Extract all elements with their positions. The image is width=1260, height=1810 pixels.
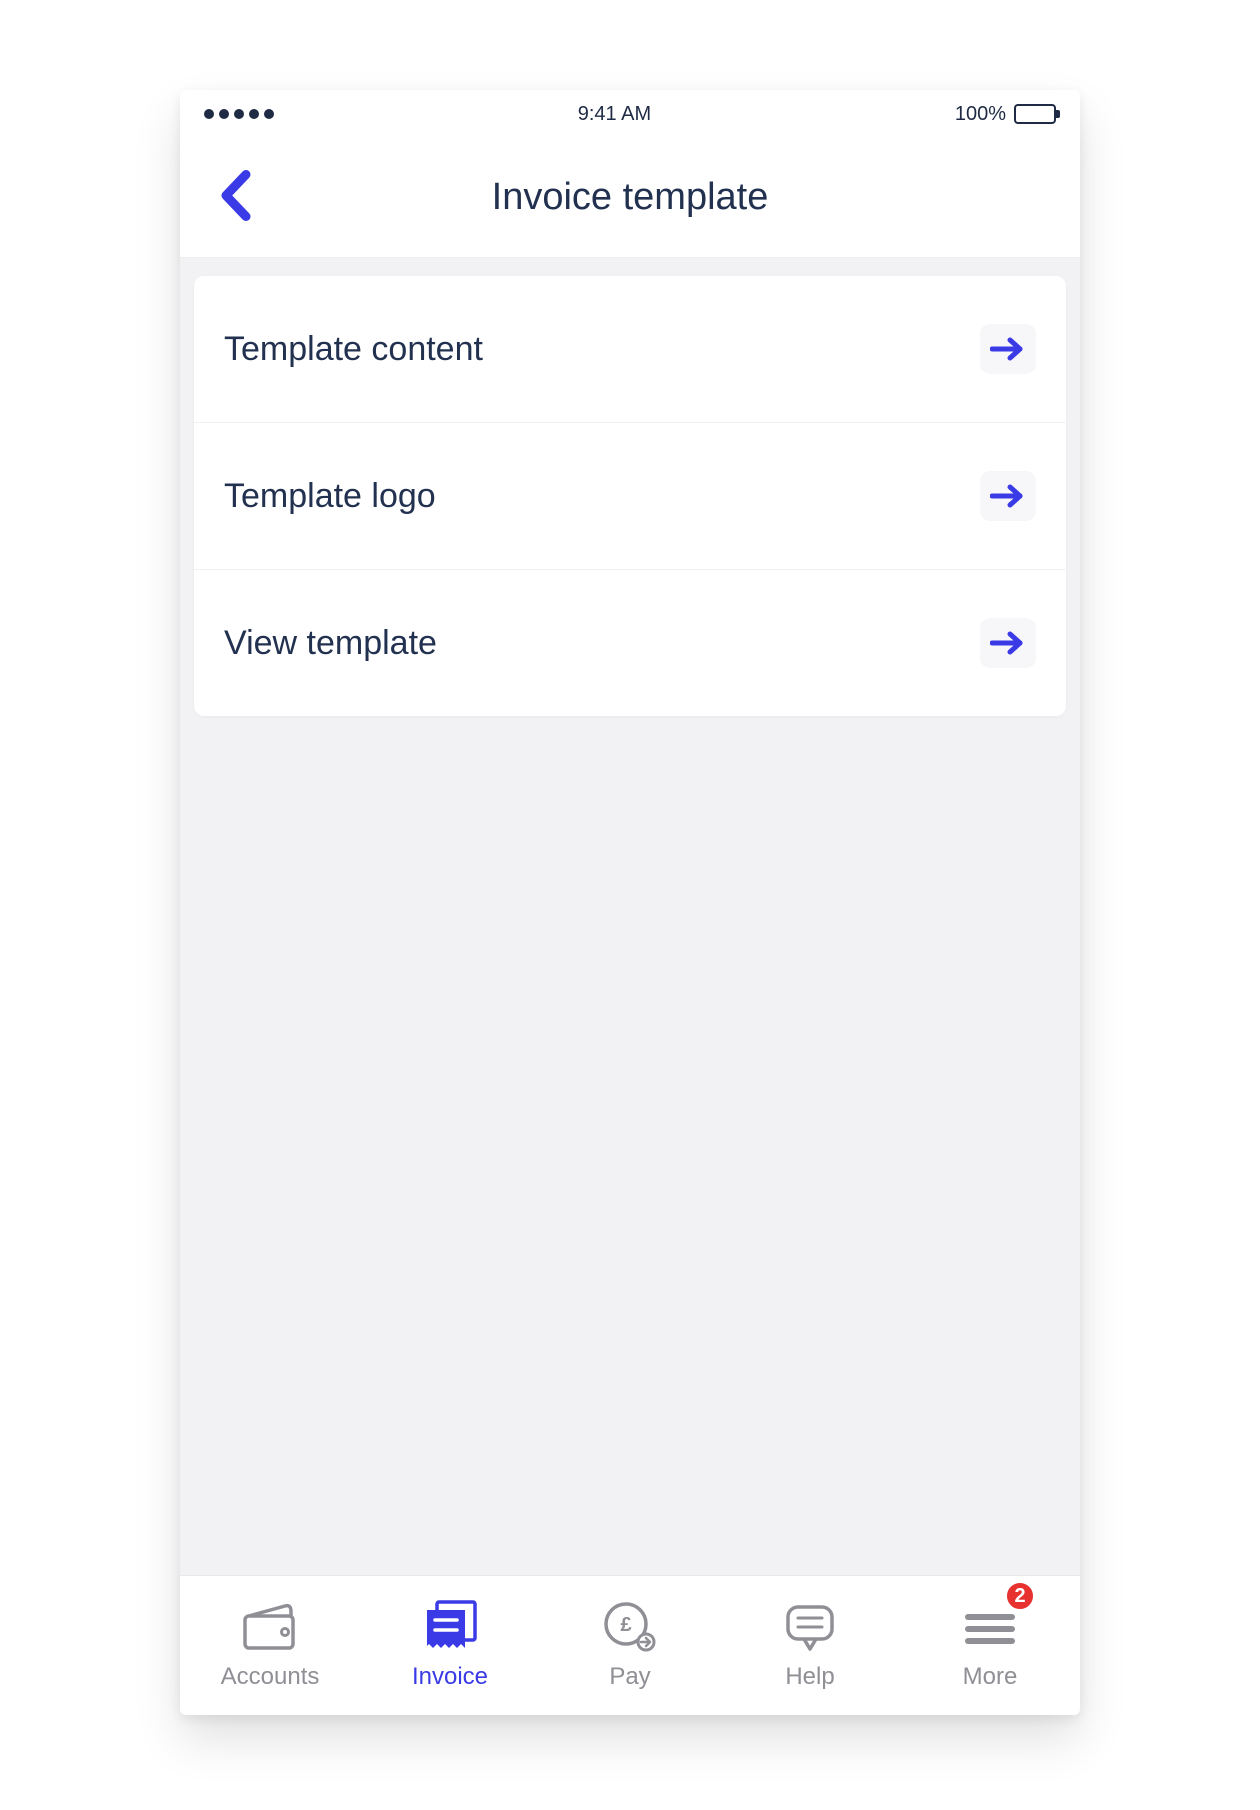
tab-label: Help (785, 1663, 834, 1691)
signal-dots-icon (204, 109, 274, 119)
tab-accounts[interactable]: Accounts (180, 1576, 360, 1715)
nav-header: Invoice template (180, 138, 1080, 258)
tab-pay[interactable]: £ Pay (540, 1576, 720, 1715)
battery-percent: 100% (955, 103, 1006, 126)
status-time: 9:41 AM (578, 103, 651, 126)
wallet-icon (241, 1601, 299, 1653)
row-label: View template (224, 624, 437, 663)
invoice-icon (421, 1601, 479, 1653)
tab-more[interactable]: 2 More (900, 1576, 1080, 1715)
arrow-right-icon (980, 618, 1036, 668)
pay-icon: £ (602, 1601, 658, 1653)
page-title: Invoice template (180, 176, 1080, 219)
status-battery: 100% (955, 103, 1056, 126)
tab-label: More (963, 1663, 1018, 1691)
arrow-right-icon (980, 324, 1036, 374)
tab-label: Invoice (412, 1663, 488, 1691)
content-area: Template content Template logo (180, 258, 1080, 1575)
back-button[interactable] (218, 168, 252, 227)
row-label: Template logo (224, 477, 436, 516)
row-template-logo[interactable]: Template logo (194, 422, 1066, 569)
notification-badge: 2 (1004, 1580, 1036, 1612)
arrow-right-icon (980, 471, 1036, 521)
settings-card: Template content Template logo (194, 276, 1066, 716)
svg-text:£: £ (620, 1614, 631, 1636)
tab-bar: Accounts Invoice £ (180, 1575, 1080, 1715)
battery-icon (1014, 104, 1056, 124)
tab-label: Accounts (221, 1663, 320, 1691)
tab-label: Pay (609, 1663, 650, 1691)
chevron-left-icon (218, 168, 252, 222)
tab-invoice[interactable]: Invoice (360, 1576, 540, 1715)
row-view-template[interactable]: View template (194, 569, 1066, 716)
row-label: Template content (224, 330, 483, 369)
device-frame: 9:41 AM 100% Invoice template Template c… (180, 90, 1080, 1715)
tab-help[interactable]: Help (720, 1576, 900, 1715)
help-icon (782, 1601, 838, 1653)
status-bar: 9:41 AM 100% (180, 90, 1080, 138)
more-icon (964, 1601, 1016, 1653)
row-template-content[interactable]: Template content (194, 276, 1066, 422)
